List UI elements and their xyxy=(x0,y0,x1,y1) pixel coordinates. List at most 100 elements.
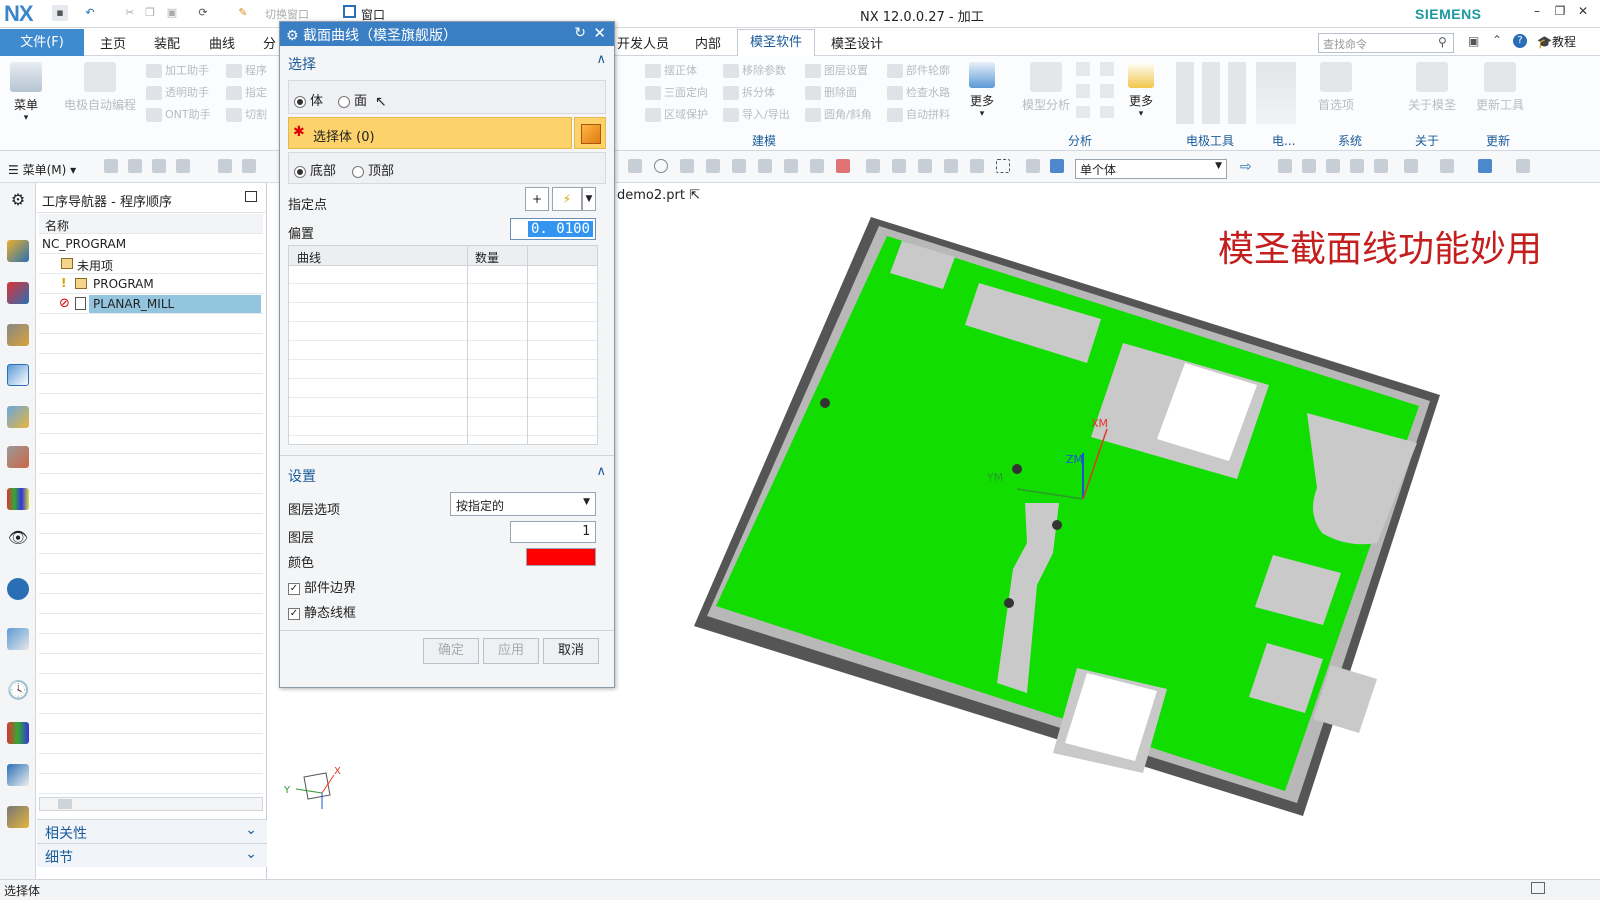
select-body-row[interactable]: ✱ 选择体 (0) xyxy=(288,117,572,149)
ribbon-item-layer-settings[interactable]: 图层设置 xyxy=(805,62,868,78)
offset-input[interactable]: 0. 0100 xyxy=(510,218,596,240)
ribbon-item-delete-face[interactable]: 删除面 xyxy=(805,84,857,100)
radio-body[interactable]: 体 xyxy=(294,90,323,109)
about-moshen-button[interactable]: 关于模圣 xyxy=(1404,62,1460,113)
view-icon-1[interactable] xyxy=(1278,159,1292,173)
tree-row-nc-program[interactable]: NC_PROGRAM xyxy=(39,234,263,254)
ribbon-item-auto-stock[interactable]: 自动拼料 xyxy=(887,106,950,122)
constraint-nav-icon[interactable] xyxy=(7,282,29,304)
snap-icon-5[interactable] xyxy=(758,159,772,173)
filter-icon-3[interactable] xyxy=(152,159,166,173)
snap-icon-4[interactable] xyxy=(732,159,746,173)
ribbon-item-check-waterway[interactable]: 检查水路 xyxy=(887,84,950,100)
role-icon[interactable] xyxy=(7,764,29,786)
eye-icon[interactable]: 👁 xyxy=(7,528,29,550)
close-window-icon[interactable]: ✕ xyxy=(1572,4,1594,22)
ribbon-item-split-body[interactable]: 拆分体 xyxy=(723,84,775,100)
reset-icon[interactable]: ↻ xyxy=(574,25,586,41)
radio-top[interactable]: 顶部 xyxy=(352,160,394,179)
tab-moshen-design[interactable]: 模圣设计 xyxy=(831,33,883,52)
ribbon-item-ont-helper[interactable]: ONT助手 xyxy=(146,106,211,122)
snap-icon-3[interactable] xyxy=(706,159,720,173)
cut-icon[interactable]: ✂ xyxy=(122,5,138,21)
inferred-point-button[interactable]: ⚡ xyxy=(552,187,582,211)
relevance-panel[interactable]: 相关性 ⌄ xyxy=(37,819,267,843)
dialog-gear-icon[interactable]: ⚙ xyxy=(286,28,303,44)
view-icon-8[interactable] xyxy=(1478,159,1492,173)
ribbon-item-import-export[interactable]: 导入/导出 xyxy=(723,106,790,122)
machine-tool-icon[interactable] xyxy=(7,406,29,428)
filter-icon-2[interactable] xyxy=(128,159,142,173)
view-icon-2[interactable] xyxy=(1302,159,1316,173)
tree-row-program[interactable]: ! PROGRAM xyxy=(39,274,263,294)
more-button-2[interactable]: 更多 ▾ xyxy=(1124,62,1158,119)
web-browser-icon[interactable] xyxy=(7,628,29,650)
cancel-button[interactable]: 取消 xyxy=(543,638,599,664)
file-menu[interactable]: 文件(F) xyxy=(0,29,84,56)
filter-icon-4[interactable] xyxy=(176,159,190,173)
maximize-navigator-icon[interactable] xyxy=(245,191,257,202)
collapse-ribbon-icon[interactable]: ⌃ xyxy=(1492,33,1502,47)
selection-filter-select[interactable]: 单个体 ▼ xyxy=(1075,159,1227,179)
paste-icon[interactable]: ▣ xyxy=(164,5,180,21)
tree-row-planar-mill[interactable]: ⊘ PLANAR_MILL xyxy=(39,294,263,314)
library-icon[interactable] xyxy=(7,488,29,510)
snap-icon-8[interactable] xyxy=(836,159,850,173)
rect-select-icon[interactable] xyxy=(996,159,1010,173)
help-icon[interactable]: ? xyxy=(1513,34,1527,48)
dialog-close-icon[interactable]: ✕ xyxy=(593,24,606,42)
menu-dropdown[interactable]: ☰ 菜单(M) ▾ xyxy=(8,161,76,178)
body-filter-icon[interactable] xyxy=(1050,159,1064,173)
ribbon-item-area-protect[interactable]: 区域保护 xyxy=(645,106,708,122)
assembly-nav-icon[interactable] xyxy=(7,240,29,262)
snap-icon-11[interactable] xyxy=(918,159,932,173)
document-tab[interactable]: demo2.prt ⇱ xyxy=(617,188,700,203)
tab-home[interactable]: 主页 xyxy=(100,33,126,52)
preferences-button[interactable]: 首选项 xyxy=(1312,62,1360,113)
ribbon-item-remove-params[interactable]: 移除参数 xyxy=(723,62,786,78)
palette-icon[interactable] xyxy=(7,722,29,744)
snap-icon-1[interactable] xyxy=(628,159,642,173)
layer-option-select[interactable]: 按指定的 ▼ xyxy=(450,492,596,516)
tab-curve[interactable]: 曲线 xyxy=(209,33,235,52)
filter-icon-1[interactable] xyxy=(104,159,118,173)
point-dialog-button[interactable]: + xyxy=(525,187,549,211)
ribbon-item-process-helper[interactable]: 加工助手 xyxy=(146,62,209,78)
touch-mode-icon[interactable]: ✎ xyxy=(235,5,251,21)
minimize-icon[interactable]: – xyxy=(1526,4,1548,22)
view-icon-3[interactable] xyxy=(1326,159,1340,173)
view-icon-4[interactable] xyxy=(1350,159,1364,173)
ribbon-item-specify[interactable]: 指定 xyxy=(226,84,267,100)
ribbon-item-cut[interactable]: 切割 xyxy=(226,106,267,122)
more-button-1[interactable]: 更多 ▾ xyxy=(964,62,1000,119)
apply-button[interactable]: 应用 xyxy=(483,638,539,664)
ribbon-item-three-face-orient[interactable]: 三面定向 xyxy=(645,84,708,100)
repeat-command-icon[interactable]: ⟳ xyxy=(195,5,211,21)
save-icon[interactable]: ▪ xyxy=(52,5,68,21)
filter-icon-5[interactable] xyxy=(218,159,232,173)
search-icon[interactable]: ⚲ xyxy=(1438,35,1447,49)
ribbon-item-straighten-body[interactable]: 摆正体 xyxy=(645,62,697,78)
status-monitor-icon[interactable] xyxy=(1531,882,1545,894)
model-analysis-button[interactable]: 模型分析 xyxy=(1016,62,1076,113)
tree-row-unused[interactable]: 未用项 xyxy=(39,254,263,274)
snap-icon-9[interactable] xyxy=(866,159,880,173)
snap-icon-7[interactable] xyxy=(810,159,824,173)
undo-icon[interactable]: ↶ xyxy=(82,5,98,21)
graphics-viewport[interactable]: ZM YM XM xyxy=(617,213,1600,880)
gear-icon[interactable]: ⚙ xyxy=(7,190,29,212)
ribbon-item-program[interactable]: 程序 xyxy=(226,62,267,78)
tab-internal[interactable]: 内部 xyxy=(695,33,721,52)
reuse-library-icon[interactable] xyxy=(7,446,29,468)
snap-icon-12[interactable] xyxy=(944,159,958,173)
collapse-settings-icon[interactable]: ∧ xyxy=(596,464,606,479)
color-swatch[interactable] xyxy=(526,548,596,566)
horizontal-scrollbar[interactable] xyxy=(39,797,263,811)
tab-moshen-software[interactable]: 模圣软件 xyxy=(737,29,816,57)
ribbon-options-icon[interactable]: ▣ xyxy=(1468,34,1479,48)
part-nav-icon[interactable] xyxy=(7,324,29,346)
copy-icon[interactable]: ❐ xyxy=(142,5,158,21)
arrow-right-icon[interactable]: ⇨ xyxy=(1240,159,1252,175)
no-selection-icon[interactable] xyxy=(654,159,668,173)
ribbon-item-part-outline[interactable]: 部件轮廓 xyxy=(887,62,950,78)
